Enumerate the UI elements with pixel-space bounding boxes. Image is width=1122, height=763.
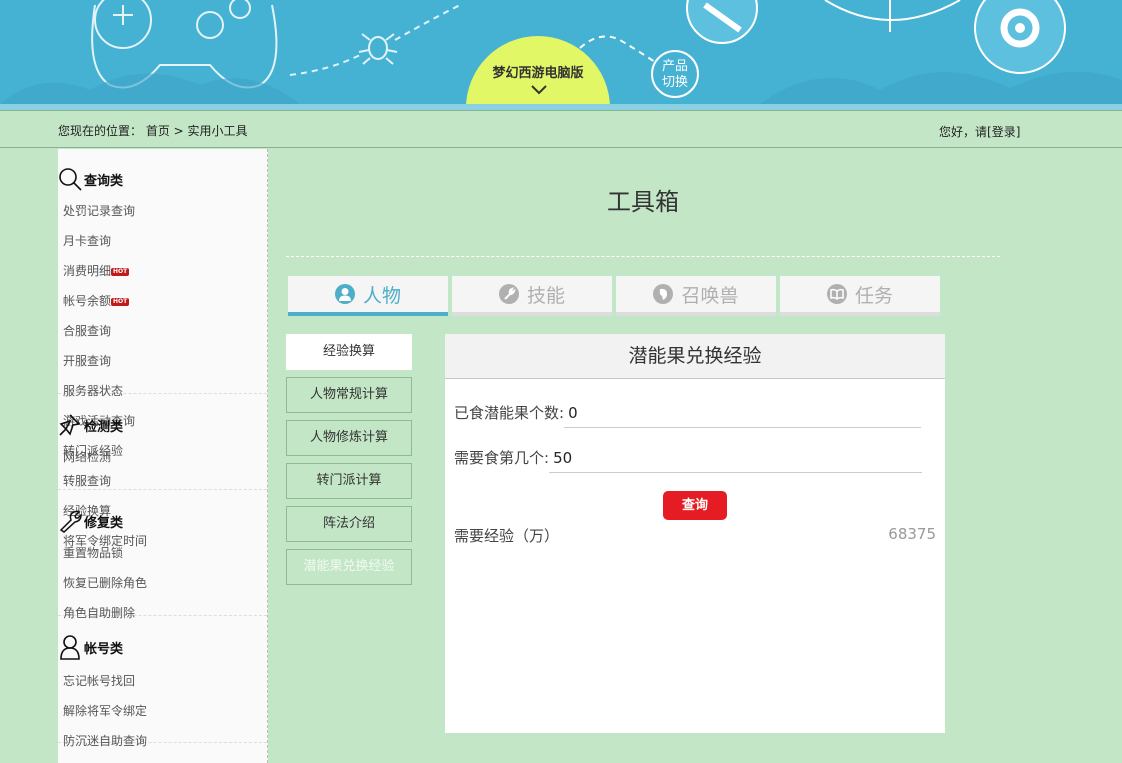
breadcrumb-prefix: 您现在的位置：: [58, 124, 143, 138]
sidebar-section-repair: 修复类 重置物品锁 恢复已删除角色 角色自助删除: [58, 490, 267, 620]
sidebar-link[interactable]: 开服查询: [63, 346, 168, 376]
pin-icon: [59, 414, 81, 436]
tab-pet[interactable]: 召唤兽: [616, 276, 776, 316]
sidebar-link[interactable]: 网络检测: [63, 442, 168, 472]
sidebar-link[interactable]: 重置物品锁: [63, 538, 168, 568]
target-index-row: 需要食第几个: 50: [454, 447, 923, 473]
subnav-formation-intro[interactable]: 阵法介绍: [286, 506, 412, 542]
book-icon: [826, 284, 847, 304]
tab-label: 召唤兽: [681, 284, 739, 307]
product-switch-button[interactable]: 产品 切换: [651, 50, 699, 98]
breadcrumb-separator: >: [169, 124, 188, 138]
panel-title: 潜能果兑换经验: [445, 334, 945, 379]
subnav-potential-fruit[interactable]: 潜能果兑换经验: [286, 549, 412, 585]
search-icon: [59, 168, 82, 191]
eaten-count-input[interactable]: 0: [564, 404, 922, 428]
section-title: 查询类: [58, 167, 123, 191]
tool-subnav: 经验换算 人物常规计算 人物修炼计算 转门派计算 阵法介绍 潜能果兑换经验: [286, 334, 412, 592]
hot-badge: HOT: [111, 298, 130, 306]
user-icon: [60, 635, 80, 660]
wrench-icon: [498, 284, 519, 304]
tab-label: 人物: [362, 284, 401, 307]
sidebar-link[interactable]: 防沉迷自助查询: [63, 726, 168, 756]
target-index-input[interactable]: 50: [549, 449, 923, 473]
sidebar-link[interactable]: 忘记帐号找回: [63, 666, 168, 696]
target-index-label: 需要食第几个:: [454, 449, 550, 467]
chevron-down-icon[interactable]: [530, 84, 548, 96]
greeting: 您好，请[登录]: [939, 123, 1020, 140]
subnav-exp-convert[interactable]: 经验换算: [286, 334, 412, 370]
sidebar-link[interactable]: 帐号余额 HOT: [63, 286, 168, 316]
sidebar-section-detect: 检测类 网络检测: [58, 394, 267, 490]
sidebar-link[interactable]: 月卡查询: [63, 226, 168, 256]
title-divider: [286, 256, 1000, 257]
section-title: 检测类: [58, 413, 123, 437]
sidebar-link[interactable]: 处罚记录查询: [63, 196, 168, 226]
subnav-sect-calc[interactable]: 转门派计算: [286, 463, 412, 499]
breadcrumb-current: 实用小工具: [187, 124, 248, 138]
subnav-char-calc[interactable]: 人物常规计算: [286, 377, 412, 413]
result-value: 68375: [888, 525, 936, 543]
tab-task[interactable]: 任务: [780, 276, 940, 316]
breadcrumb: 您现在的位置： 首页 > 实用小工具: [58, 122, 248, 139]
paw-icon: [653, 284, 674, 304]
person-icon: [334, 284, 355, 304]
switch-line-1: 产品: [661, 59, 688, 74]
result-label: 需要经验（万）: [454, 527, 560, 545]
sidebar-link[interactable]: 恢复已删除角色: [63, 568, 168, 598]
tab-label: 技能: [526, 284, 565, 307]
login-link[interactable]: [登录]: [987, 125, 1020, 139]
eaten-count-row: 已食潜能果个数: 0: [454, 402, 922, 428]
query-button[interactable]: 查询: [663, 491, 727, 520]
sidebar-section-account: 帐号类 忘记帐号找回 解除将军令绑定 防沉迷自助查询: [58, 616, 267, 748]
category-tabs: 人物 技能 召唤兽 任务: [288, 276, 944, 316]
sidebar-section-query: 查询类 处罚记录查询 月卡查询 消费明细 HOT 帐号余额 HOT 合服查询 开服查…: [58, 149, 267, 548]
page-title: 工具箱: [607, 188, 679, 216]
eaten-count-label: 已食潜能果个数:: [454, 404, 565, 422]
sidebar-link[interactable]: 消费明细 HOT: [63, 256, 168, 286]
product-name[interactable]: 梦幻西游电脑版: [466, 62, 610, 81]
subnav-cultivation-calc[interactable]: 人物修炼计算: [286, 420, 412, 456]
section-links: 重置物品锁 恢复已删除角色 角色自助删除: [58, 538, 267, 628]
tab-person[interactable]: 人物: [288, 276, 448, 316]
wrench-icon: [59, 510, 82, 533]
sidebar: 查询类 处罚记录查询 月卡查询 消费明细 HOT 帐号余额 HOT 合服查询 开服查…: [58, 149, 268, 763]
sidebar-link[interactable]: 解除将军令绑定: [63, 696, 168, 726]
breadcrumb-bar: 您现在的位置： 首页 > 实用小工具 您好，请[登录]: [0, 110, 1122, 148]
sidebar-link[interactable]: 合服查询: [63, 316, 168, 346]
calculator-panel: 潜能果兑换经验 已食潜能果个数: 0 需要食第几个: 50 查询 需要经验（万）…: [445, 334, 945, 733]
hot-badge: HOT: [111, 268, 130, 276]
greeting-text: 您好，请: [939, 125, 988, 139]
top-banner: 梦幻西游电脑版 产品 切换: [0, 0, 1122, 104]
tab-skill[interactable]: 技能: [452, 276, 612, 316]
tab-label: 任务: [854, 284, 893, 307]
breadcrumb-home-link[interactable]: 首页: [146, 124, 170, 138]
section-links: 网络检测: [58, 442, 168, 472]
section-links: 忘记帐号找回 解除将军令绑定 防沉迷自助查询: [58, 666, 267, 756]
section-title: 修复类: [58, 509, 123, 533]
switch-line-2: 切换: [661, 75, 688, 90]
section-title: 帐号类: [58, 634, 123, 660]
